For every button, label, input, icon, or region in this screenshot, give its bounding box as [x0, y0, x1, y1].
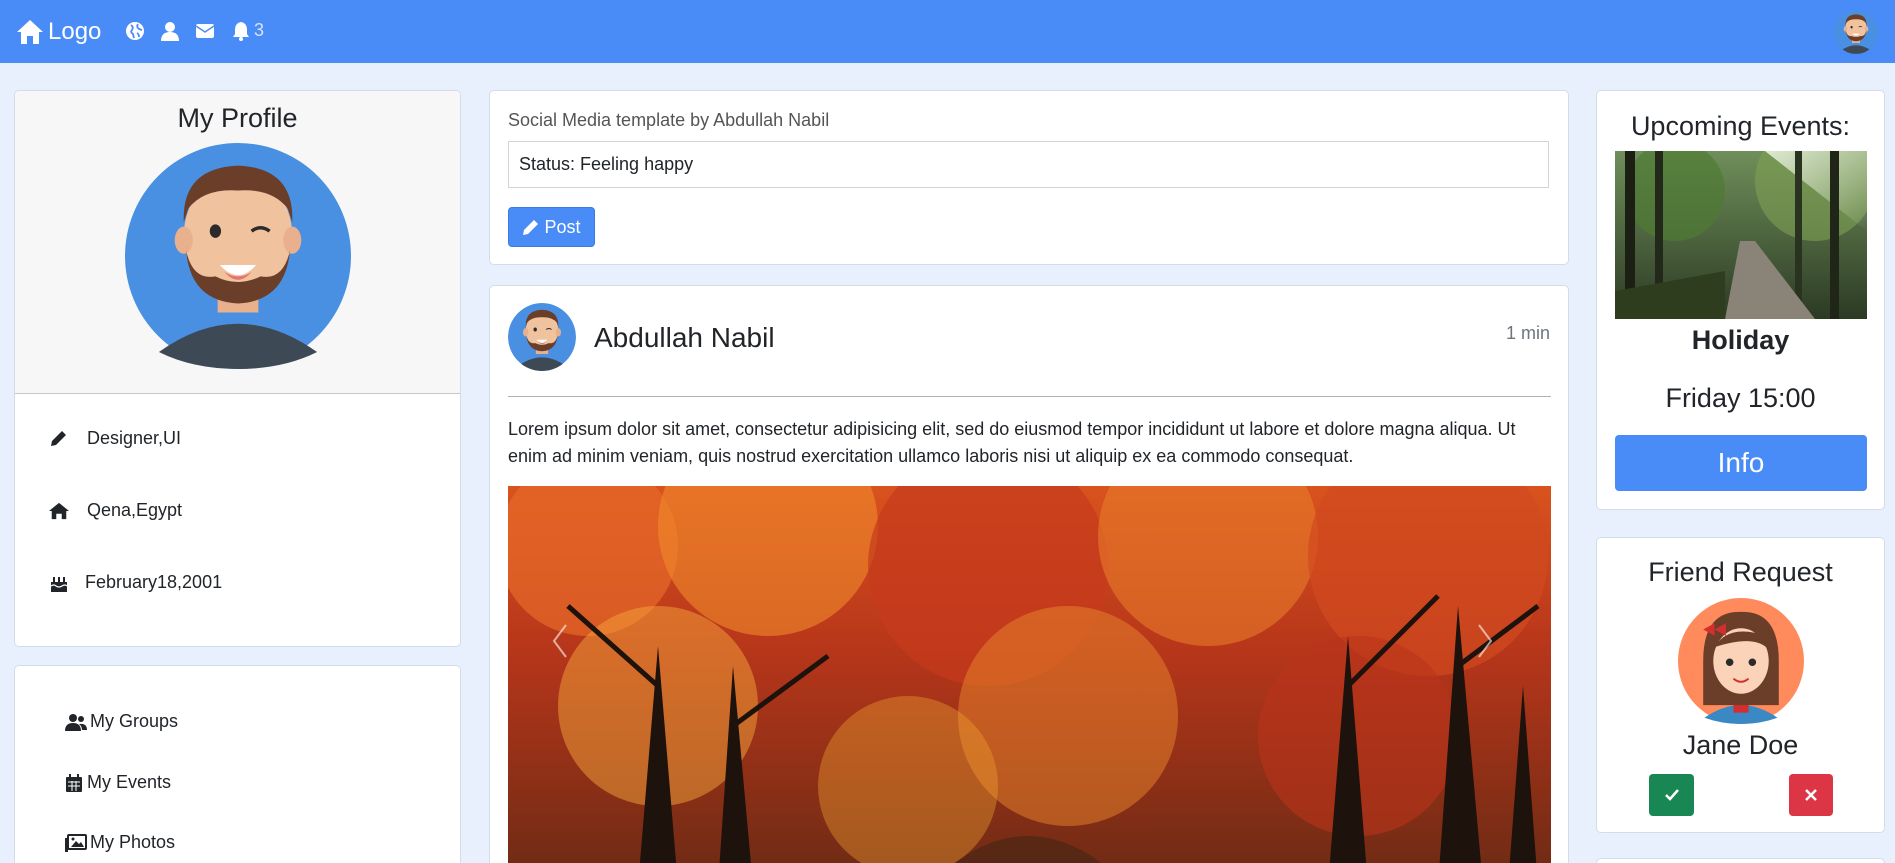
events-title: Upcoming Events: — [1630, 111, 1851, 141]
menu-label-groups: My Groups — [90, 711, 179, 731]
calendar-icon — [66, 773, 82, 792]
logo-label: Logo — [48, 18, 102, 45]
envelope-icon[interactable] — [195, 21, 215, 41]
profile-birthday-row: February18,2001 — [49, 572, 222, 593]
friend-name[interactable]: Jane Doe — [1597, 730, 1884, 761]
user-icon[interactable] — [160, 21, 180, 41]
post-card: Abdullah Nabil 1 min Lorem ipsum dolor s… — [489, 285, 1569, 863]
brand-logo[interactable]: Logo — [16, 17, 101, 47]
top-navbar: Logo 3 — [0, 0, 1895, 63]
status-input[interactable]: Status: Feeling happy — [508, 141, 1549, 188]
post-author-name[interactable]: Abdullah Nabil — [594, 322, 775, 354]
decline-request-button[interactable] — [1789, 774, 1833, 816]
user-avatar[interactable] — [1834, 10, 1878, 54]
home-icon — [49, 502, 69, 519]
friend-avatar[interactable] — [1677, 597, 1805, 725]
menu-item-events[interactable]: My Events — [65, 772, 171, 793]
pencil-icon — [523, 219, 539, 235]
chevron-left-icon — [552, 624, 567, 658]
next-sidebar-card — [1596, 858, 1885, 863]
friend-request-card: Friend Request Jane Doe — [1596, 537, 1885, 833]
post-author-avatar[interactable] — [508, 303, 576, 371]
profile-card: My Profile Designer,UI Qena,Egypt Februa… — [14, 90, 461, 647]
images-icon — [65, 833, 87, 852]
post-image-carousel[interactable] — [508, 486, 1551, 863]
event-time: Friday 15:00 — [1665, 383, 1816, 413]
status-card: Social Media template by Abdullah Nabil … — [489, 90, 1569, 265]
events-card: Upcoming Events: Holiday Friday 15:00 In… — [1596, 90, 1885, 510]
profile-header: My Profile — [15, 91, 460, 394]
profile-location-row: Qena,Egypt — [49, 500, 182, 521]
bell-icon[interactable] — [231, 21, 251, 41]
birthday-cake-icon — [50, 576, 68, 592]
autumn-forest-image — [508, 486, 1551, 863]
close-icon — [1805, 789, 1817, 801]
post-button[interactable]: Post — [508, 207, 595, 247]
accept-request-button[interactable] — [1649, 774, 1694, 816]
profile-birthday: February18,2001 — [85, 572, 223, 592]
event-info-button[interactable]: Info — [1615, 435, 1867, 491]
post-divider — [508, 396, 1551, 397]
profile-job: Designer,UI — [87, 428, 182, 448]
post-time: 1 min — [1505, 323, 1550, 343]
friend-request-title: Friend Request — [1648, 557, 1833, 587]
check-icon — [1664, 789, 1679, 801]
home-icon — [17, 20, 43, 44]
event-image — [1615, 151, 1867, 319]
notification-count: 3 — [254, 20, 265, 40]
menu-label-photos: My Photos — [90, 832, 176, 852]
event-name: Holiday — [1691, 325, 1790, 355]
carousel-prev-button[interactable] — [550, 621, 570, 661]
status-card-title: Social Media template by Abdullah Nabil — [508, 110, 830, 130]
post-button-label: Post — [544, 216, 581, 237]
chevron-right-icon — [1478, 624, 1493, 658]
users-icon — [65, 713, 87, 731]
carousel-next-button[interactable] — [1475, 621, 1495, 661]
menu-label-events: My Events — [87, 772, 172, 792]
menu-item-groups[interactable]: My Groups — [65, 711, 178, 732]
menu-item-photos[interactable]: My Photos — [65, 832, 175, 853]
profile-location: Qena,Egypt — [87, 500, 183, 520]
globe-icon[interactable] — [125, 21, 145, 41]
profile-avatar — [123, 141, 353, 371]
menu-card: My Groups My Events My Photos — [14, 665, 461, 863]
pencil-icon — [51, 430, 66, 446]
profile-title: My Profile — [177, 103, 298, 133]
post-body: Lorem ipsum dolor sit amet, consectetur … — [508, 419, 1516, 466]
profile-job-row: Designer,UI — [49, 428, 181, 449]
